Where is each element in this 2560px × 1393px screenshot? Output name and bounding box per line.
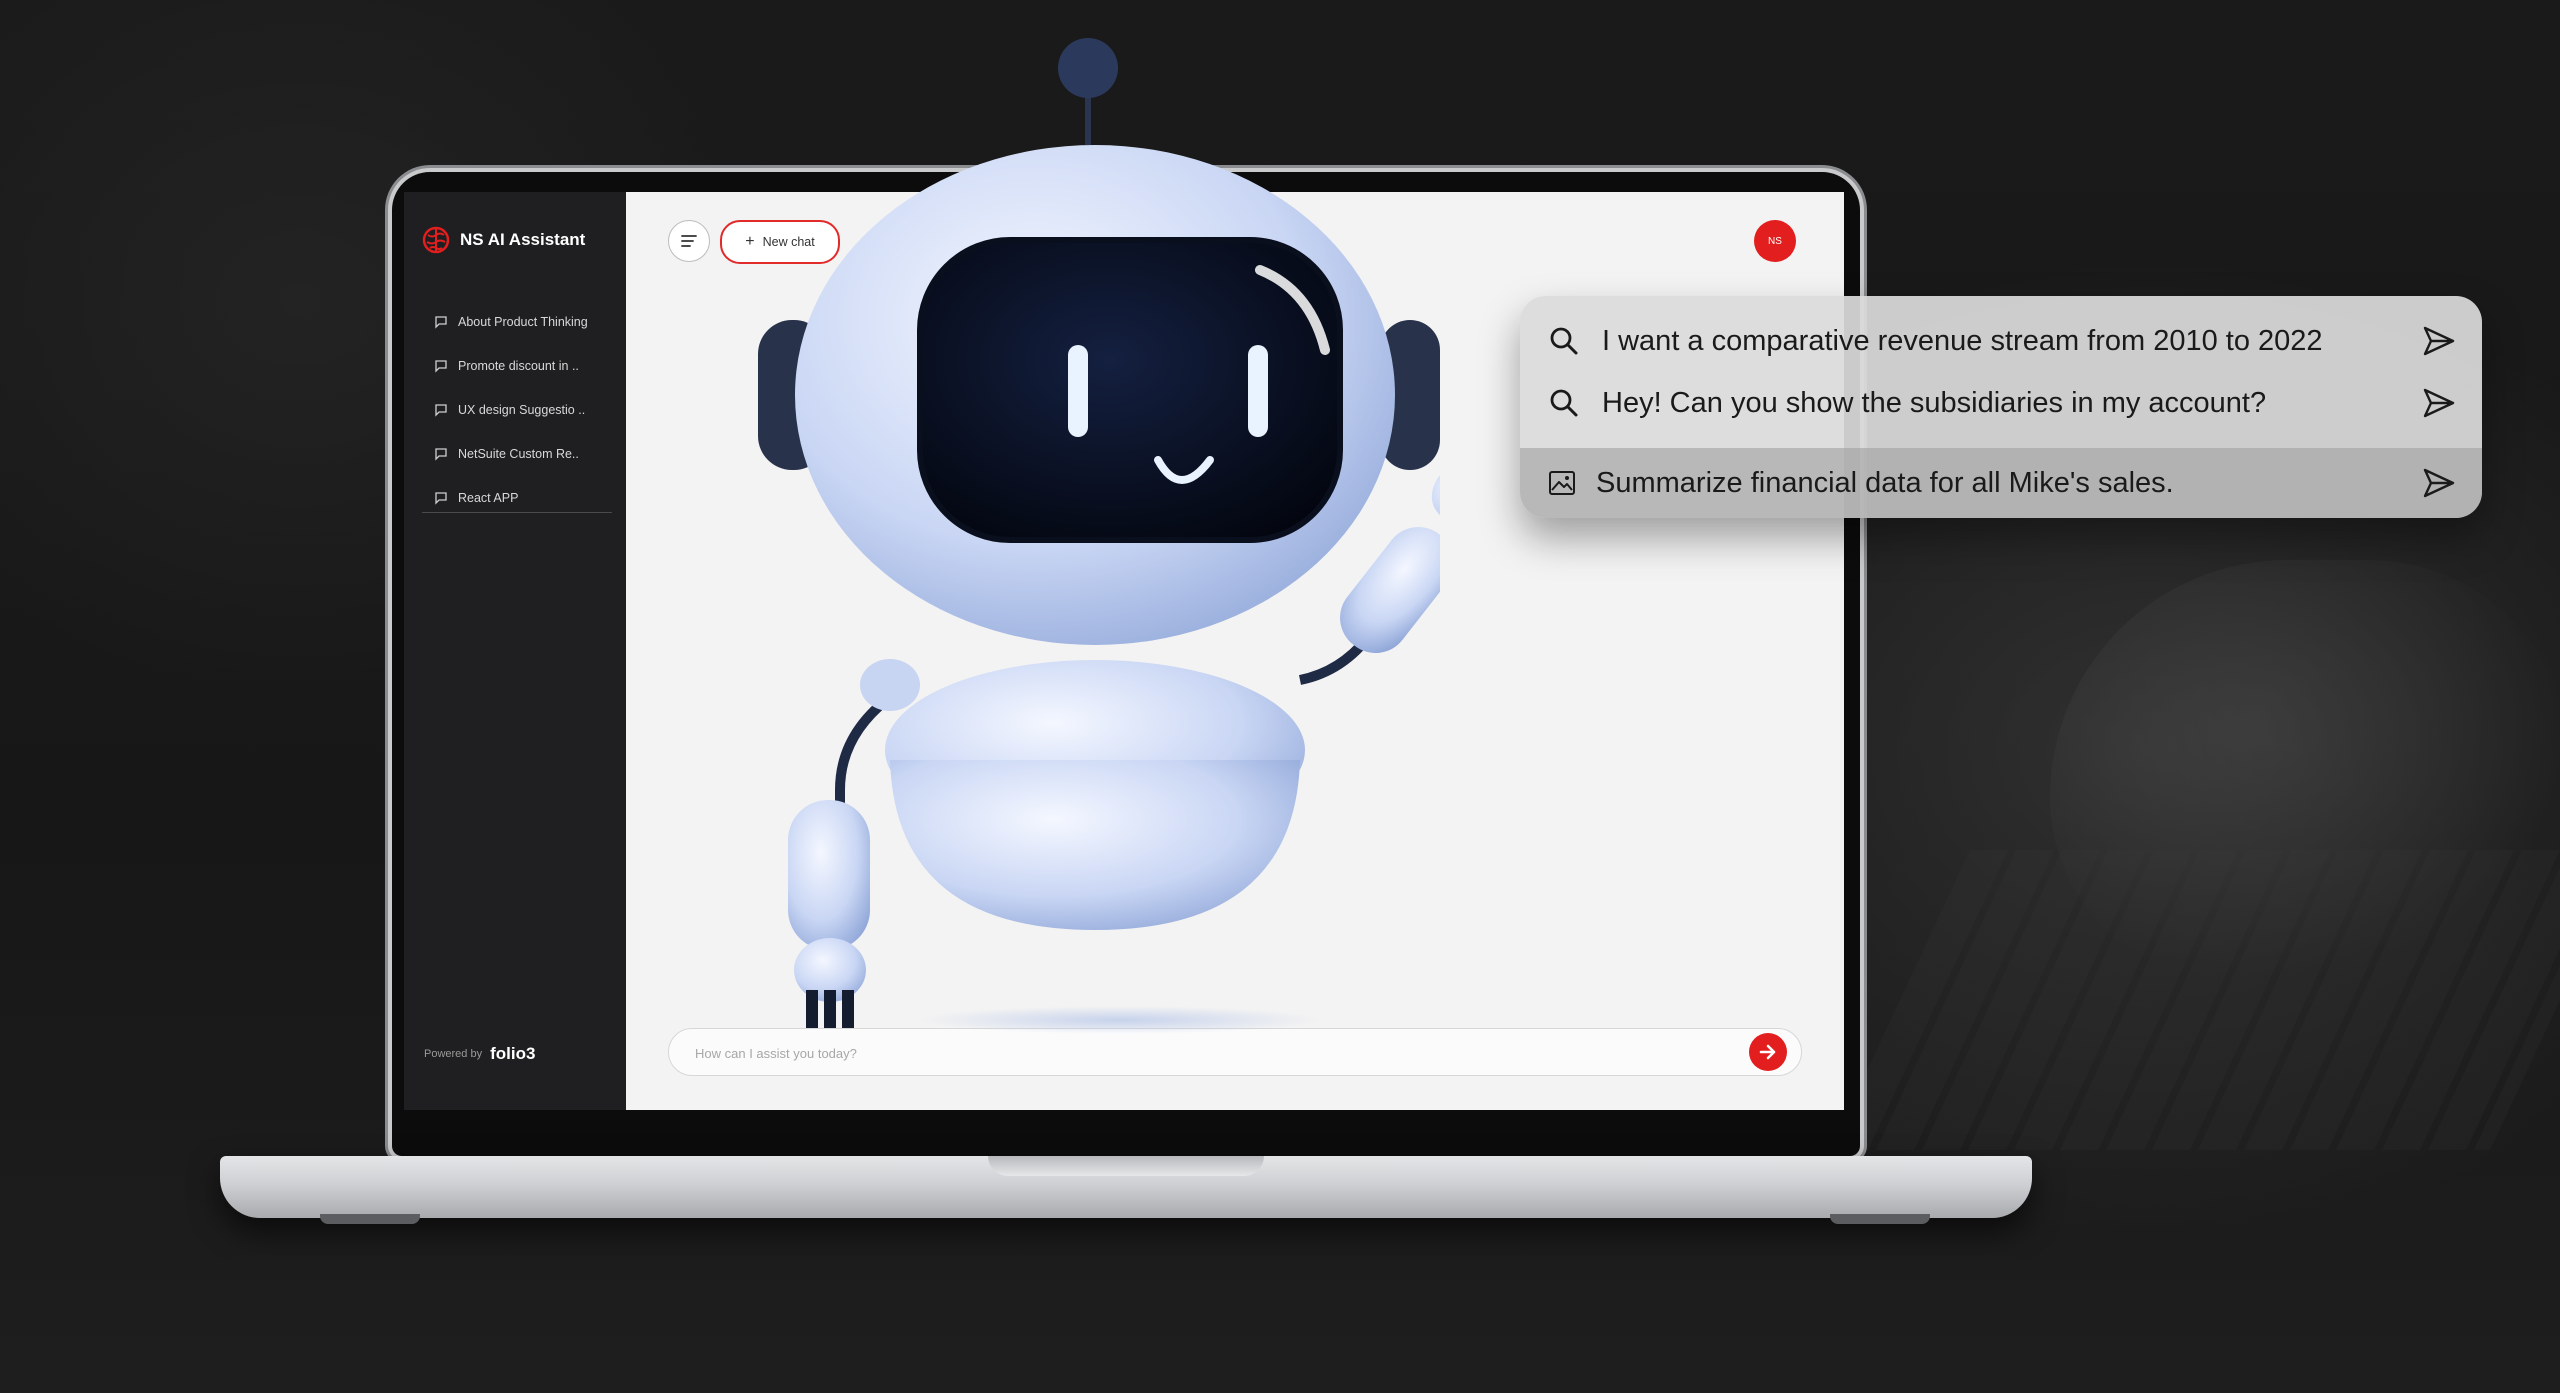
send-arrow-icon[interactable] <box>2422 467 2456 499</box>
suggestion-row[interactable]: I want a comparative revenue stream from… <box>1520 308 2482 374</box>
chat-bubble-icon <box>435 448 447 461</box>
send-arrow-icon[interactable] <box>2422 387 2456 419</box>
sidebar-item-label: NetSuite Custom Re.. <box>458 447 579 461</box>
arrow-right-icon <box>1759 1044 1776 1060</box>
suggestion-text: Summarize financial data for all Mike's … <box>1596 466 2174 499</box>
brain-logo-icon <box>422 226 450 254</box>
sidebar: NS AI Assistant About Product Thinking P… <box>404 192 626 1110</box>
chat-history-list: About Product Thinking Promote discount … <box>434 300 614 520</box>
suggestion-row[interactable]: Hey! Can you show the subsidiaries in my… <box>1520 370 2482 436</box>
sidebar-item-label: Promote discount in .. <box>458 359 579 373</box>
powered-by: Powered by folio3 <box>424 1044 535 1064</box>
powered-by-brand: folio3 <box>490 1044 536 1063</box>
search-icon <box>1550 389 1578 417</box>
image-icon <box>1549 471 1575 495</box>
sidebar-item-promote-discount[interactable]: Promote discount in .. <box>434 344 614 388</box>
menu-toggle-button[interactable] <box>668 220 710 262</box>
chat-bubble-icon <box>435 316 447 329</box>
sidebar-item-ux-design[interactable]: UX design Suggestio .. <box>434 388 614 432</box>
send-button[interactable] <box>1749 1033 1787 1071</box>
powered-by-label: Powered by <box>424 1048 483 1060</box>
sidebar-divider <box>422 512 612 513</box>
search-icon <box>1550 327 1578 355</box>
sidebar-item-netsuite-custom[interactable]: NetSuite Custom Re.. <box>434 432 614 476</box>
send-arrow-icon[interactable] <box>2422 325 2456 357</box>
chat-bubble-icon <box>435 404 447 417</box>
chat-bubble-icon <box>435 360 447 373</box>
sidebar-item-about-product-thinking[interactable]: About Product Thinking <box>434 300 614 344</box>
laptop-foot-right <box>1830 1214 1930 1224</box>
sidebar-item-label: UX design Suggestio .. <box>458 403 586 417</box>
suggestion-text: Hey! Can you show the subsidiaries in my… <box>1602 386 2267 419</box>
robot-mascot-illustration <box>758 38 1440 1034</box>
sidebar-item-label: About Product Thinking <box>458 315 588 329</box>
brand: NS AI Assistant <box>422 226 585 254</box>
laptop-foot-left <box>320 1214 420 1224</box>
sidebar-item-react-app[interactable]: React APP <box>434 476 614 520</box>
chat-bubble-icon <box>435 492 447 505</box>
user-avatar[interactable]: NS <box>1754 220 1796 262</box>
app-title: NS AI Assistant <box>460 230 586 249</box>
suggestion-row-active[interactable]: Summarize financial data for all Mike's … <box>1520 448 2482 518</box>
sidebar-item-label: React APP <box>458 491 519 505</box>
menu-lines-icon <box>681 235 697 247</box>
laptop-notch <box>988 1156 1264 1176</box>
prompt-suggestions-card: I want a comparative revenue stream from… <box>1520 296 2482 518</box>
suggestion-text: I want a comparative revenue stream from… <box>1602 324 2323 357</box>
